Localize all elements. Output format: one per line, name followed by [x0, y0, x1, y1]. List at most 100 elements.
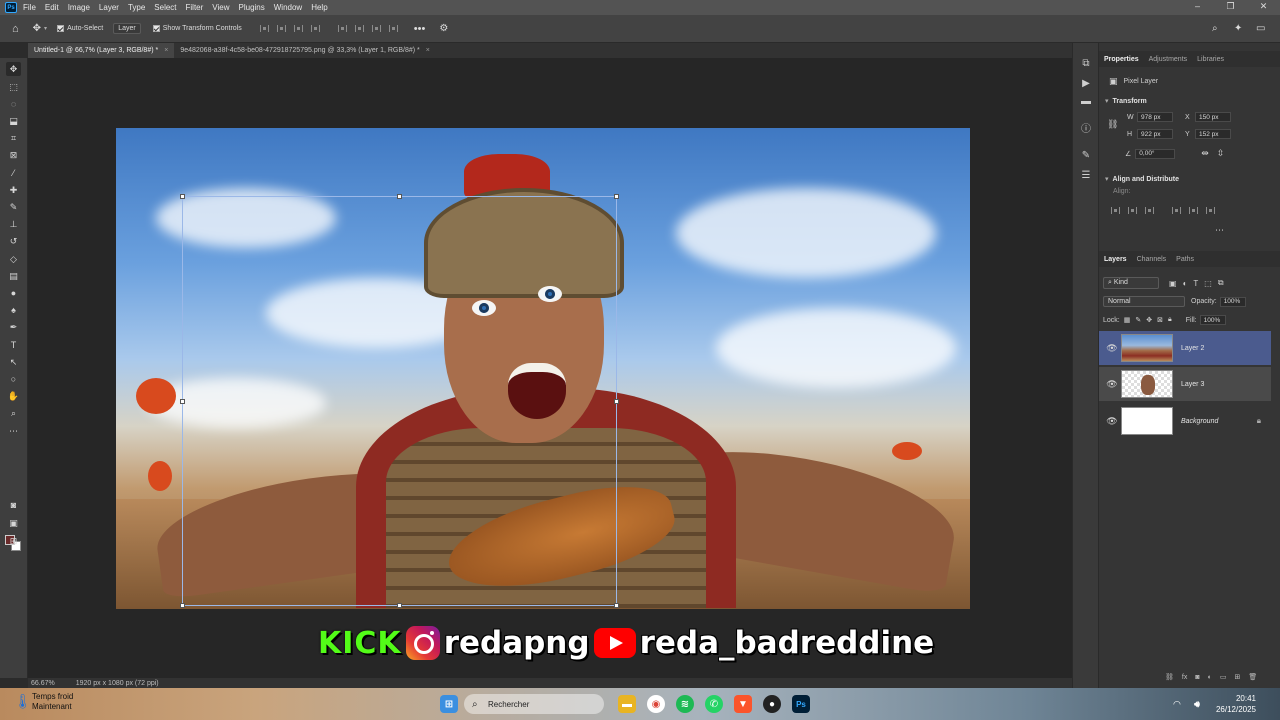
- photoshop-taskbar-icon[interactable]: Ps: [792, 695, 810, 713]
- screen-mode-icon[interactable]: ▣: [6, 516, 21, 530]
- speaker-icon[interactable]: 🔊︎: [1188, 695, 1206, 713]
- minimize-icon[interactable]: –: [1181, 0, 1214, 15]
- adjustments-sliders-icon[interactable]: ☰: [1079, 169, 1093, 183]
- menu-layer[interactable]: Layer: [99, 3, 119, 12]
- fill-field[interactable]: 100%: [1199, 315, 1226, 325]
- transform-controls-checkbox[interactable]: [152, 25, 160, 32]
- tab-channels[interactable]: Channels: [1132, 256, 1172, 263]
- move-tool-icon[interactable]: ✥: [33, 23, 41, 34]
- menu-plugins[interactable]: Plugins: [239, 3, 265, 12]
- zoom-level[interactable]: 66.67%: [31, 680, 55, 687]
- layer-name[interactable]: Background: [1181, 418, 1218, 425]
- visibility-eye-icon[interactable]: 👁︎: [1105, 343, 1119, 354]
- add-mask-icon[interactable]: ◙: [1195, 674, 1199, 681]
- path-selection-tool-icon[interactable]: ↖: [6, 355, 21, 369]
- filter-type-icon[interactable]: T: [1193, 279, 1198, 288]
- lock-artboard-icon[interactable]: ⊠: [1157, 316, 1163, 324]
- distribute-icon[interactable]: [310, 25, 320, 32]
- visibility-eye-icon[interactable]: 👁︎: [1105, 416, 1119, 427]
- menu-file[interactable]: File: [23, 3, 36, 12]
- lasso-tool-icon[interactable]: ◌: [6, 97, 21, 111]
- tab-untitled-1[interactable]: Untitled-1 @ 66,7% (Layer 3, RGB/8#) * ×: [28, 43, 175, 58]
- close-icon[interactable]: ✕: [1247, 0, 1280, 15]
- transform-section-header[interactable]: ▾ Transform: [1105, 97, 1147, 106]
- menu-image[interactable]: Image: [68, 3, 90, 12]
- link-dimensions-icon[interactable]: ⛓: [1107, 119, 1118, 130]
- more-options-icon[interactable]: •••: [414, 23, 426, 35]
- tab-properties[interactable]: Properties: [1099, 56, 1144, 63]
- eraser-tool-icon[interactable]: ◇: [6, 252, 21, 266]
- menu-window[interactable]: Window: [274, 3, 302, 12]
- transform-handle[interactable]: [614, 194, 619, 199]
- align-top-icon[interactable]: [337, 25, 347, 32]
- layer-name[interactable]: Layer 3: [1181, 381, 1204, 388]
- transform-handle[interactable]: [614, 603, 619, 608]
- eyedropper-tool-icon[interactable]: ⁄: [6, 166, 21, 180]
- more-tools-icon[interactable]: ⋯: [6, 424, 21, 438]
- transform-handle[interactable]: [180, 399, 185, 404]
- align-section-header[interactable]: ▾ Align and Distribute: [1105, 175, 1179, 184]
- link-layers-icon[interactable]: ⛓: [1165, 673, 1174, 681]
- filter-adjustment-icon[interactable]: ◐: [1183, 279, 1188, 288]
- align-center-icon[interactable]: [276, 25, 286, 32]
- auto-select-target-dropdown[interactable]: Layer: [113, 23, 141, 34]
- healing-brush-tool-icon[interactable]: ✚: [6, 183, 21, 197]
- spotify-icon[interactable]: ≋: [676, 695, 694, 713]
- align-right-edges-icon[interactable]: [1145, 207, 1154, 214]
- align-left-edges-icon[interactable]: [1111, 207, 1120, 214]
- layer-name[interactable]: Layer 2: [1181, 345, 1204, 352]
- distribute-vertical-icon[interactable]: [388, 25, 398, 32]
- align-middle-icon[interactable]: [354, 25, 364, 32]
- auto-select-toggle[interactable]: Auto-Select: [57, 25, 103, 32]
- search-icon[interactable]: ⌕: [1212, 23, 1218, 34]
- flip-vertical-icon[interactable]: ⇳: [1217, 148, 1225, 159]
- github-icon[interactable]: ●: [763, 695, 781, 713]
- opacity-field[interactable]: 100%: [1219, 296, 1246, 307]
- filter-shape-icon[interactable]: ⬚: [1204, 279, 1212, 288]
- comments-icon[interactable]: ▬: [1079, 95, 1093, 109]
- marquee-tool-icon[interactable]: ⬚: [6, 80, 21, 94]
- crop-tool-icon[interactable]: ⌗: [6, 131, 21, 145]
- taskbar-search[interactable]: ⌕ Rechercher: [464, 694, 604, 714]
- auto-select-checkbox[interactable]: [57, 25, 65, 32]
- actions-play-icon[interactable]: ▶: [1079, 77, 1093, 91]
- menu-view[interactable]: View: [212, 3, 229, 12]
- x-position-field[interactable]: 150 px: [1195, 112, 1231, 122]
- chrome-icon[interactable]: ◉: [647, 695, 665, 713]
- tab-paths[interactable]: Paths: [1171, 256, 1199, 263]
- filter-smart-object-icon[interactable]: ⧉: [1218, 278, 1224, 288]
- history-panel-icon[interactable]: ⧉: [1079, 57, 1093, 71]
- filter-pixel-icon[interactable]: ▣: [1169, 279, 1177, 288]
- tab-adjustments[interactable]: Adjustments: [1144, 56, 1193, 63]
- transform-controls-toggle[interactable]: Show Transform Controls: [152, 25, 242, 32]
- brush-tool-icon[interactable]: ✎: [6, 200, 21, 214]
- pen-tool-icon[interactable]: ✒: [6, 320, 21, 334]
- close-tab-icon[interactable]: ×: [164, 43, 168, 58]
- windows-start-icon[interactable]: ⊞: [440, 695, 458, 713]
- gradient-tool-icon[interactable]: ▤: [6, 269, 21, 283]
- adjustment-layer-icon[interactable]: ◐: [1208, 674, 1212, 681]
- weather-widget[interactable]: 🌡︎ Temps froid Maintenant: [14, 692, 73, 712]
- align-right-icon[interactable]: [293, 25, 303, 32]
- tab-libraries[interactable]: Libraries: [1192, 56, 1229, 63]
- gear-icon[interactable]: ⚙: [439, 23, 448, 34]
- object-selection-tool-icon[interactable]: ⬓: [6, 114, 21, 128]
- blend-mode-dropdown[interactable]: Normal: [1103, 296, 1185, 307]
- canvas-area[interactable]: [28, 58, 1072, 678]
- trash-icon[interactable]: 🗑︎: [1248, 673, 1257, 681]
- file-explorer-icon[interactable]: ▬: [618, 695, 636, 713]
- visibility-eye-icon[interactable]: 👁︎: [1105, 379, 1119, 390]
- document-info[interactable]: 1920 px x 1080 px (72 ppi): [76, 680, 159, 687]
- type-tool-icon[interactable]: T: [6, 338, 21, 352]
- lock-image-icon[interactable]: ✎: [1135, 316, 1141, 324]
- align-left-icon[interactable]: [259, 25, 269, 32]
- transform-handle[interactable]: [180, 603, 185, 608]
- menu-edit[interactable]: Edit: [45, 3, 59, 12]
- dodge-tool-icon[interactable]: ♠: [6, 303, 21, 317]
- height-field[interactable]: 922 px: [1137, 129, 1173, 139]
- quick-mask-icon[interactable]: ◙: [6, 498, 21, 512]
- restore-icon[interactable]: ❐: [1214, 0, 1247, 15]
- layer-row-layer-2[interactable]: 👁︎ Layer 2: [1099, 331, 1271, 365]
- home-icon[interactable]: ⌂: [12, 23, 19, 35]
- tab-layers[interactable]: Layers: [1099, 256, 1132, 263]
